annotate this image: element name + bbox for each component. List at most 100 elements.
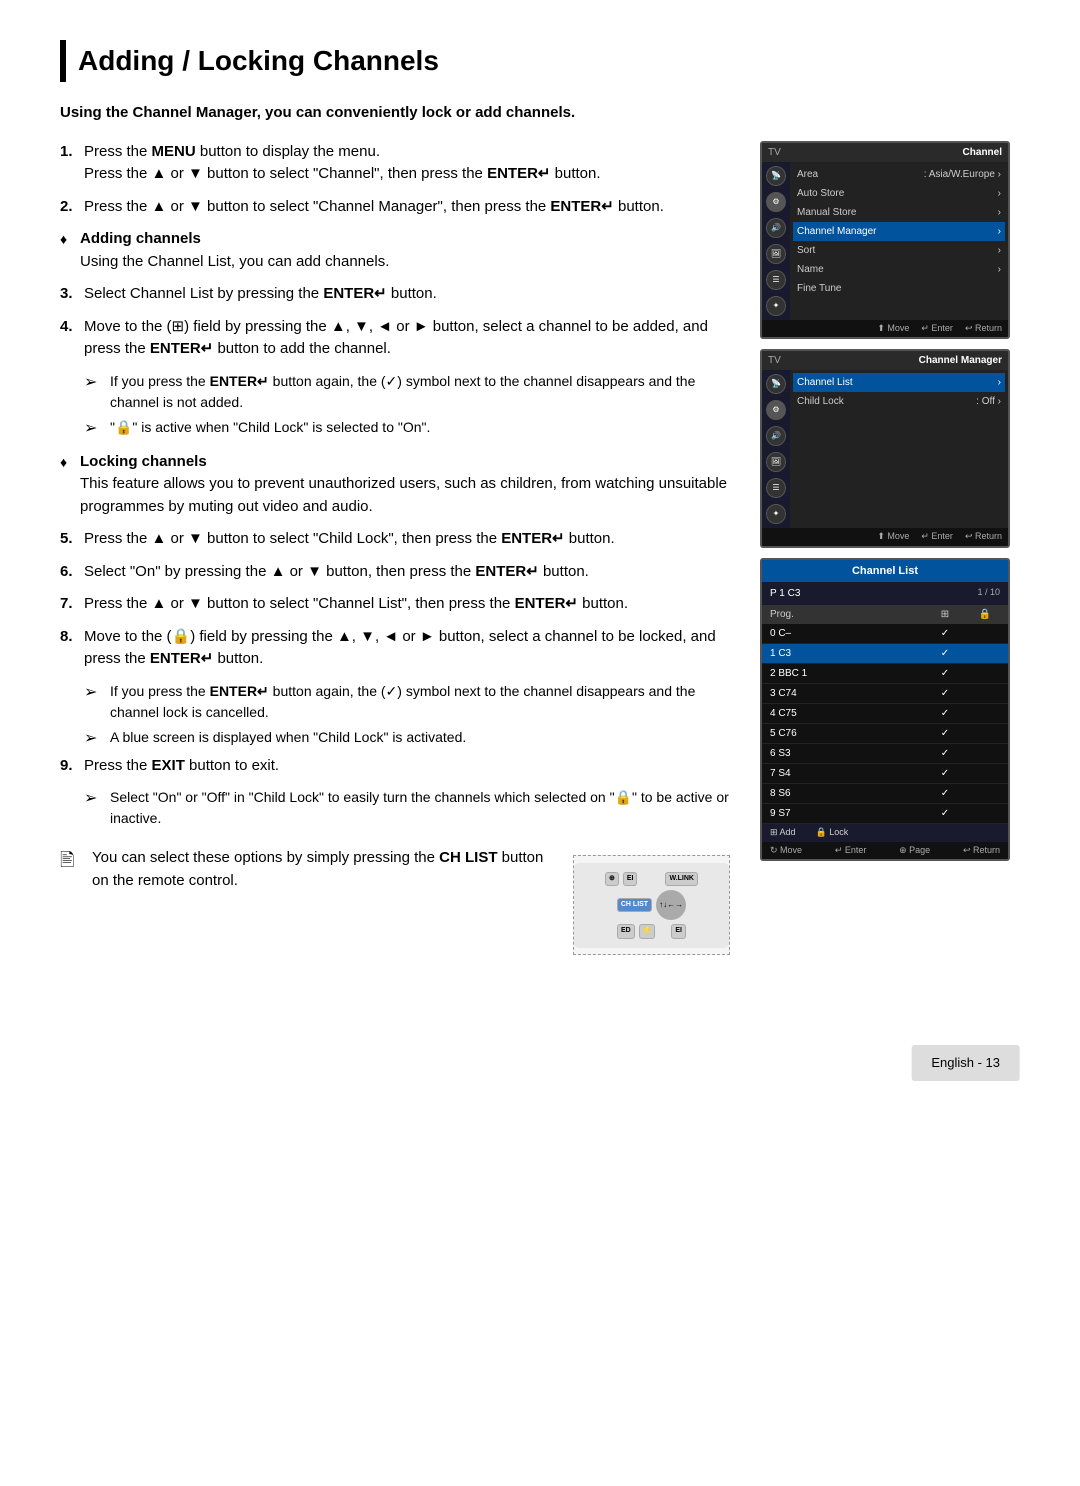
arrow-note-8b: ➢ A blue screen is displayed when "Child… xyxy=(84,727,730,751)
tv-menu-1: Area: Asia/W.Europe › Auto Store› Manual… xyxy=(790,162,1008,320)
arrow-note-8b-text: A blue screen is displayed when "Child L… xyxy=(110,727,466,751)
tv-icon-2-a: 📡 xyxy=(766,374,786,394)
tv-icon-2-b: ⚙ xyxy=(766,400,786,420)
step-5: 5. Press the ▲ or ▼ button to select "Ch… xyxy=(60,528,730,551)
cl-selected-channel: P 1 C3 xyxy=(770,586,800,601)
remote-dpad: ↑↓←→ xyxy=(656,890,686,920)
cl-col-lock-header: 🔒 xyxy=(970,607,1000,622)
remote-bot-row: ED ⭐ EI xyxy=(617,924,686,939)
arrow-note-8a: ➢ If you press the ENTER↵ button again, … xyxy=(84,681,730,723)
step-3-num: 3. xyxy=(60,283,78,306)
cl-action-bar: ⊞ Add 🔒 Lock xyxy=(762,824,1008,842)
bullet-adding-content: Adding channels Using the Channel List, … xyxy=(80,228,389,273)
remote-btn-fav: ⭐ xyxy=(639,924,656,939)
step-7-content: Press the ▲ or ▼ button to select "Chann… xyxy=(84,593,730,616)
tv-menu-2: Channel List› Child Lock: Off › xyxy=(790,370,1008,528)
tv-icon-2-f: ✦ xyxy=(766,504,786,524)
tv-sidebar-1: 📡 ⚙ 🔊 🖼 ☰ ✦ Area: Asia/W.Europe › Auto S… xyxy=(762,162,1008,320)
remote-btn-ei2: EI xyxy=(671,924,686,939)
note-icon: 🖹 xyxy=(60,847,82,874)
tv-header-right-2: Channel Manager xyxy=(919,353,1002,368)
bullet-diamond-icon: ♦ xyxy=(60,229,74,273)
bullet-locking-text: This feature allows you to prevent unaut… xyxy=(80,475,727,515)
step-4-num: 4. xyxy=(60,316,78,361)
tv-footer-2: ⬆ Move ↵ Enter ↩ Return xyxy=(762,528,1008,546)
tv-header-right-1: Channel xyxy=(963,145,1002,160)
page-title: Adding / Locking Channels xyxy=(60,40,1020,82)
arrow-note-4b-text: "🔒" is active when "Child Lock" is selec… xyxy=(110,417,430,441)
step-3-content: Select Channel List by pressing the ENTE… xyxy=(84,283,730,306)
tv-footer-return: ↩ Return xyxy=(965,322,1002,336)
step-5-num: 5. xyxy=(60,528,78,551)
cl-row-7: 7 S4 ✓ xyxy=(762,764,1008,784)
remote-top-row: ⊕ EI W.LINK xyxy=(605,872,698,887)
cl-footer-move: ↻ Move xyxy=(770,844,802,858)
tv-icon-speaker: 🔊 xyxy=(766,218,786,238)
step-4-content: Move to the (⊞) field by pressing the ▲,… xyxy=(84,316,730,361)
cl-header: Channel List xyxy=(762,560,1008,583)
menu-item-sort: Sort› xyxy=(793,241,1005,260)
cl-row-3: 3 C74 ✓ xyxy=(762,684,1008,704)
note-section: 🖹 You can select these options by simply… xyxy=(60,847,730,955)
remote-mid-row: CH LIST ↑↓←→ xyxy=(617,890,686,920)
step-9: 9. Press the EXIT button to exit. xyxy=(60,755,730,778)
arrow-note-9: ➢ Select "On" or "Off" in "Child Lock" t… xyxy=(84,787,730,829)
cl-row-0: 0 C– ✓ xyxy=(762,624,1008,644)
remote-btn-2: EI xyxy=(623,872,638,887)
bullet-adding: ♦ Adding channels Using the Channel List… xyxy=(60,228,730,273)
page-footer: English - 13 xyxy=(911,1045,1020,1081)
cl-row-9: 9 S7 ✓ xyxy=(762,804,1008,824)
cl-row-2: 2 BBC 1 ✓ xyxy=(762,664,1008,684)
bullet-adding-text: Using the Channel List, you can add chan… xyxy=(80,253,389,270)
tv-header-left-1: TV xyxy=(768,145,781,160)
menu-item-area: Area: Asia/W.Europe › xyxy=(793,165,1005,184)
arrow-note-8a-text: If you press the ENTER↵ button again, th… xyxy=(110,681,730,723)
channel-manager-screen: TV Channel Manager 📡 ⚙ 🔊 🖼 ☰ ✦ Channel L… xyxy=(760,349,1010,548)
tv-footer-2-return: ↩ Return xyxy=(965,530,1002,544)
step-9-content: Press the EXIT button to exit. xyxy=(84,755,730,778)
arrow-note-4a: ➢ If you press the ENTER↵ button again, … xyxy=(84,371,730,413)
menu-item-name: Name› xyxy=(793,260,1005,279)
remote-inner: ⊕ EI W.LINK CH LIST ↑↓←→ ED ⭐ EI xyxy=(574,863,729,948)
remote-image: ⊕ EI W.LINK CH LIST ↑↓←→ ED ⭐ EI xyxy=(573,855,730,955)
main-layout: 1. Press the MENU button to display the … xyxy=(60,141,1020,956)
channel-list-screen: Channel List P 1 C3 1 / 10 Prog. ⊞ 🔒 0 C… xyxy=(760,558,1010,862)
cl-row-1: 1 C3 ✓ xyxy=(762,644,1008,664)
step-2: 2. Press the ▲ or ▼ button to select "Ch… xyxy=(60,196,730,219)
step-7: 7. Press the ▲ or ▼ button to select "Ch… xyxy=(60,593,730,616)
cl-add-action: ⊞ Add xyxy=(770,826,796,840)
step-6: 6. Select "On" by pressing the ▲ or ▼ bu… xyxy=(60,561,730,584)
cl-count: 1 / 10 xyxy=(977,586,1000,601)
step-4: 4. Move to the (⊞) field by pressing the… xyxy=(60,316,730,361)
channel-menu-screen: TV Channel 📡 ⚙ 🔊 🖼 ☰ ✦ Area: Asia/W.Euro… xyxy=(760,141,1010,340)
menu-item-channel-list: Channel List› xyxy=(793,373,1005,392)
tv-icon-antenna: 📡 xyxy=(766,166,786,186)
cl-footer-page: ⊕ Page xyxy=(899,844,930,858)
bullet-locking-title: Locking channels xyxy=(80,453,207,470)
menu-item-child-lock: Child Lock: Off › xyxy=(793,392,1005,411)
tv-icon-settings: ⚙ xyxy=(766,192,786,212)
step-7-num: 7. xyxy=(60,593,78,616)
cl-lock-action: 🔒 Lock xyxy=(816,826,849,840)
tv-icons-2: 📡 ⚙ 🔊 🖼 ☰ ✦ xyxy=(762,370,790,528)
cl-col-prog-header: Prog. xyxy=(770,607,920,622)
arrow-sym-icon: ➢ xyxy=(84,371,104,413)
menu-item-fine-tune: Fine Tune xyxy=(793,279,1005,298)
tv-footer-2-enter: ↵ Enter xyxy=(921,530,953,544)
step-5-content: Press the ▲ or ▼ button to select "Child… xyxy=(84,528,730,551)
bullet-adding-title: Adding channels xyxy=(80,230,201,247)
right-column: TV Channel 📡 ⚙ 🔊 🖼 ☰ ✦ Area: Asia/W.Euro… xyxy=(760,141,1020,956)
tv-header-2: TV Channel Manager xyxy=(762,351,1008,370)
tv-icon-2-e: ☰ xyxy=(766,478,786,498)
menu-item-manual-store: Manual Store› xyxy=(793,203,1005,222)
step-3: 3. Select Channel List by pressing the E… xyxy=(60,283,730,306)
tv-icon-extra: ✦ xyxy=(766,296,786,316)
step-2-content: Press the ▲ or ▼ button to select "Chann… xyxy=(84,196,730,219)
intro-text: Using the Channel Manager, you can conve… xyxy=(60,102,1020,125)
cl-subheader: P 1 C3 1 / 10 xyxy=(762,582,1008,605)
tv-icon-img: 🖼 xyxy=(766,244,786,264)
step-1: 1. Press the MENU button to display the … xyxy=(60,141,730,186)
tv-footer-move: ⬆ Move xyxy=(877,322,909,336)
tv-icons-1: 📡 ⚙ 🔊 🖼 ☰ ✦ xyxy=(762,162,790,320)
menu-item-auto-store: Auto Store› xyxy=(793,184,1005,203)
